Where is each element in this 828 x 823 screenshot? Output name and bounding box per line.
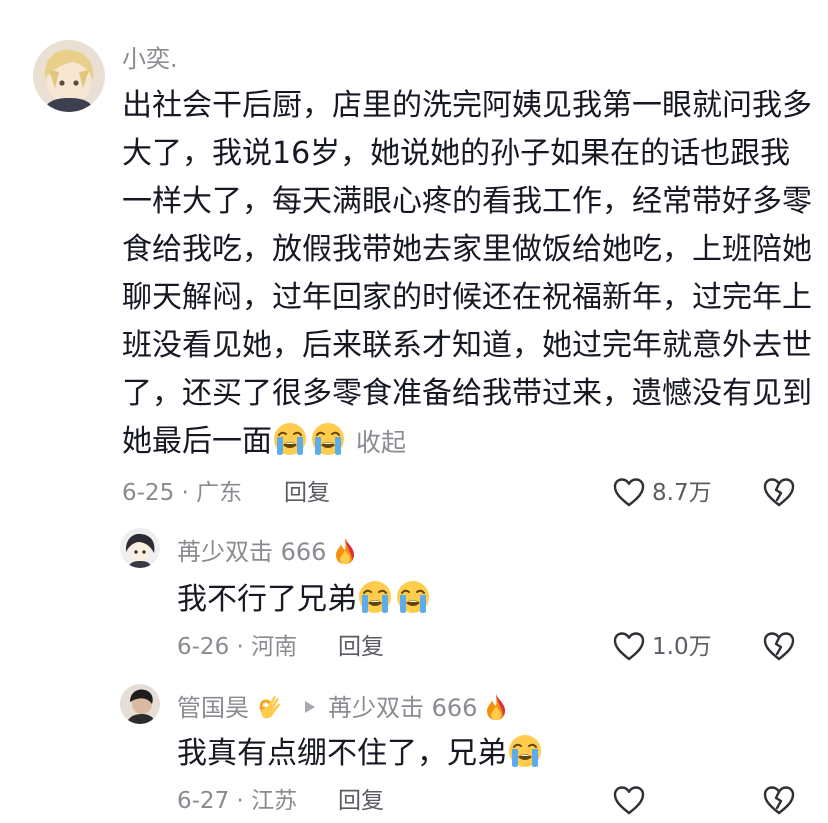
comment-username[interactable]: 小奕.: [122, 44, 178, 74]
dislike-button[interactable]: [762, 784, 796, 816]
comment-line: 她最后一面: [122, 424, 272, 459]
user-avatar-image: [120, 684, 160, 724]
broken-heart-outline-icon: [762, 630, 796, 662]
heart-outline-icon: [612, 630, 646, 662]
crying-emoji-icon: [310, 421, 346, 457]
reply-text: 我不行了兄弟: [177, 576, 433, 624]
reply-username[interactable]: 管国昊: [177, 692, 283, 723]
reply-to-username-text: 苒少双击 666: [328, 694, 478, 722]
broken-heart-outline-icon: [762, 784, 796, 816]
avatar[interactable]: [33, 40, 105, 112]
fire-emoji-icon: [481, 692, 511, 722]
collapse-link[interactable]: 收起: [356, 428, 406, 457]
reply-username[interactable]: 苒少双击 666: [177, 536, 360, 567]
avatar[interactable]: [120, 684, 160, 724]
reply-button[interactable]: 回复: [338, 786, 384, 816]
comment-line: 了，还买了很多零食准备给我带过来，遗憾没有见到: [122, 376, 812, 411]
like-button[interactable]: [612, 784, 646, 816]
reply-button[interactable]: 回复: [338, 632, 384, 662]
reply-date-location: 6-26 · 河南: [177, 634, 298, 660]
reply-text-content: 我真有点绷不住了，兄弟: [177, 736, 507, 771]
reply-date-location: 6-27 · 江苏: [177, 788, 298, 814]
user-avatar-image: [33, 40, 105, 112]
comment-line: 出社会干后厨，店里的洗完阿姨见我第一眼就问我多: [122, 88, 812, 123]
reply-text: 我真有点绷不住了，兄弟: [177, 730, 545, 778]
user-avatar-image: [120, 528, 160, 568]
crying-emoji-icon: [357, 579, 393, 615]
comment-line: 聊天解闷，过年回家的时候还在祝福新年，过完年上: [122, 280, 812, 315]
crying-emoji-icon: [272, 421, 308, 457]
comment-line: 班没看见她，后来联系才知道，她过完年就意外去世: [122, 328, 812, 363]
reply-button[interactable]: 回复: [284, 478, 330, 508]
comment-text: 出社会干后厨，店里的洗完阿姨见我第一眼就问我多 大了，我说16岁，她说她的孙子如…: [122, 82, 812, 467]
comment-date-location: 6-25 · 广东: [122, 480, 243, 506]
comment-line: 大了，我说16岁，她说她的孙子如果在的话也跟我: [122, 136, 791, 171]
comment-line: 一样大了，每天满眼心疼的看我工作，经常带好多零: [122, 184, 812, 219]
fire-emoji-icon: [330, 536, 360, 566]
like-count: 1.0万: [652, 634, 712, 660]
reply-username-text: 管国昊: [177, 694, 249, 722]
dislike-button[interactable]: [762, 630, 796, 662]
heart-outline-icon: [612, 476, 646, 508]
heart-outline-icon: [612, 784, 646, 816]
triangle-right-icon: [304, 700, 316, 714]
reply-username-text: 苒少双击 666: [177, 538, 327, 566]
comment-line-last: 她最后一面 收起: [122, 418, 812, 467]
avatar[interactable]: [120, 528, 160, 568]
like-count: 8.7万: [652, 480, 712, 506]
crying-emoji-icon: [395, 579, 431, 615]
reply-to-username[interactable]: 苒少双击 666: [328, 692, 511, 723]
ok-hand-emoji-icon: [253, 692, 283, 722]
reply-text-content: 我不行了兄弟: [177, 582, 357, 617]
like-button[interactable]: [612, 630, 646, 662]
comment-line: 食给我吃，放假我带她去家里做饭给她吃，上班陪她: [122, 232, 812, 267]
dislike-button[interactable]: [762, 476, 796, 508]
broken-heart-outline-icon: [762, 476, 796, 508]
crying-emoji-icon: [507, 733, 543, 769]
like-button[interactable]: [612, 476, 646, 508]
